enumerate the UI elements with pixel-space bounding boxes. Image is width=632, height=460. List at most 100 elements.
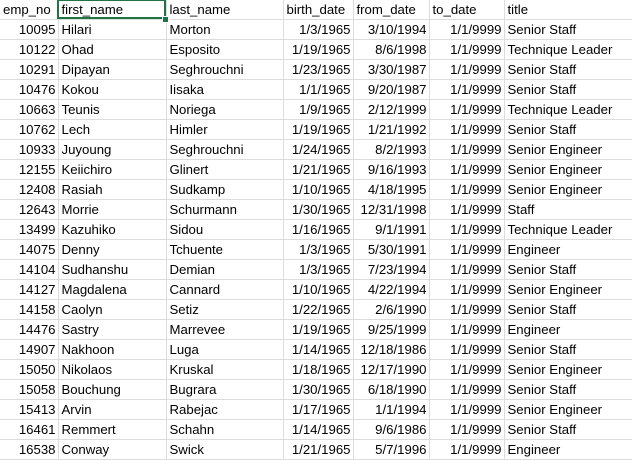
- cell-first-name[interactable]: Bouchung: [58, 379, 167, 400]
- cell-title[interactable]: Technique Leader: [504, 39, 632, 60]
- cell-last-name[interactable]: Luga: [166, 339, 284, 360]
- cell-birth-date[interactable]: 1/3/1965: [283, 19, 354, 40]
- header-cell-last-name[interactable]: last_name: [166, 0, 284, 20]
- cell-first-name[interactable]: Arvin: [58, 399, 167, 420]
- cell-birth-date[interactable]: 1/21/1965: [283, 439, 354, 460]
- cell-first-name[interactable]: Denny: [58, 239, 167, 260]
- cell-emp-no[interactable]: 14075: [0, 239, 59, 260]
- cell-first-name[interactable]: Nikolaos: [58, 359, 167, 380]
- cell-first-name[interactable]: Kazuhiko: [58, 219, 167, 240]
- cell-emp-no[interactable]: 15413: [0, 399, 59, 420]
- cell-to-date[interactable]: 1/1/9999: [429, 79, 505, 100]
- cell-from-date[interactable]: 5/30/1991: [353, 239, 430, 260]
- cell-to-date[interactable]: 1/1/9999: [429, 99, 505, 120]
- cell-last-name[interactable]: Sidou: [166, 219, 284, 240]
- cell-to-date[interactable]: 1/1/9999: [429, 399, 505, 420]
- cell-first-name[interactable]: Dipayan: [58, 59, 167, 80]
- cell-from-date[interactable]: 3/10/1994: [353, 19, 430, 40]
- cell-from-date[interactable]: 3/30/1987: [353, 59, 430, 80]
- cell-birth-date[interactable]: 1/24/1965: [283, 139, 354, 160]
- cell-title[interactable]: Senior Engineer: [504, 139, 632, 160]
- cell-last-name[interactable]: Seghrouchni: [166, 59, 284, 80]
- cell-birth-date[interactable]: 1/3/1965: [283, 239, 354, 260]
- cell-last-name[interactable]: Swick: [166, 439, 284, 460]
- cell-title[interactable]: Staff: [504, 199, 632, 220]
- cell-last-name[interactable]: Rabejac: [166, 399, 284, 420]
- cell-first-name[interactable]: Conway: [58, 439, 167, 460]
- cell-last-name[interactable]: Glinert: [166, 159, 284, 180]
- cell-emp-no[interactable]: 10291: [0, 59, 59, 80]
- cell-first-name[interactable]: Kokou: [58, 79, 167, 100]
- header-cell-first-name[interactable]: first_name: [58, 0, 167, 20]
- cell-emp-no[interactable]: 15058: [0, 379, 59, 400]
- cell-birth-date[interactable]: 1/16/1965: [283, 219, 354, 240]
- cell-last-name[interactable]: Tchuente: [166, 239, 284, 260]
- cell-to-date[interactable]: 1/1/9999: [429, 279, 505, 300]
- cell-first-name[interactable]: Lech: [58, 119, 167, 140]
- cell-to-date[interactable]: 1/1/9999: [429, 439, 505, 460]
- cell-from-date[interactable]: 12/31/1998: [353, 199, 430, 220]
- cell-emp-no[interactable]: 10476: [0, 79, 59, 100]
- cell-to-date[interactable]: 1/1/9999: [429, 139, 505, 160]
- cell-from-date[interactable]: 2/6/1990: [353, 299, 430, 320]
- cell-first-name[interactable]: Rasiah: [58, 179, 167, 200]
- cell-from-date[interactable]: 9/20/1987: [353, 79, 430, 100]
- cell-birth-date[interactable]: 1/18/1965: [283, 359, 354, 380]
- header-cell-birth-date[interactable]: birth_date: [283, 0, 354, 20]
- cell-emp-no[interactable]: 16538: [0, 439, 59, 460]
- cell-first-name[interactable]: Ohad: [58, 39, 167, 60]
- cell-emp-no[interactable]: 14158: [0, 299, 59, 320]
- cell-title[interactable]: Senior Engineer: [504, 159, 632, 180]
- cell-to-date[interactable]: 1/1/9999: [429, 299, 505, 320]
- cell-birth-date[interactable]: 1/1/1965: [283, 79, 354, 100]
- cell-first-name[interactable]: Caolyn: [58, 299, 167, 320]
- cell-birth-date[interactable]: 1/10/1965: [283, 279, 354, 300]
- cell-last-name[interactable]: Setiz: [166, 299, 284, 320]
- cell-last-name[interactable]: Morton: [166, 19, 284, 40]
- cell-last-name[interactable]: Bugrara: [166, 379, 284, 400]
- cell-emp-no[interactable]: 14907: [0, 339, 59, 360]
- cell-last-name[interactable]: Kruskal: [166, 359, 284, 380]
- header-cell-to-date[interactable]: to_date: [429, 0, 505, 20]
- cell-emp-no[interactable]: 15050: [0, 359, 59, 380]
- cell-to-date[interactable]: 1/1/9999: [429, 219, 505, 240]
- cell-birth-date[interactable]: 1/17/1965: [283, 399, 354, 420]
- cell-first-name[interactable]: Keiichiro: [58, 159, 167, 180]
- cell-title[interactable]: Senior Staff: [504, 79, 632, 100]
- cell-birth-date[interactable]: 1/10/1965: [283, 179, 354, 200]
- cell-first-name[interactable]: Morrie: [58, 199, 167, 220]
- cell-last-name[interactable]: Sudkamp: [166, 179, 284, 200]
- cell-title[interactable]: Senior Staff: [504, 259, 632, 280]
- cell-title[interactable]: Technique Leader: [504, 219, 632, 240]
- cell-emp-no[interactable]: 14476: [0, 319, 59, 340]
- cell-title[interactable]: Senior Engineer: [504, 179, 632, 200]
- cell-emp-no[interactable]: 10122: [0, 39, 59, 60]
- cell-from-date[interactable]: 4/18/1995: [353, 179, 430, 200]
- cell-from-date[interactable]: 12/17/1990: [353, 359, 430, 380]
- cell-last-name[interactable]: Noriega: [166, 99, 284, 120]
- cell-from-date[interactable]: 9/6/1986: [353, 419, 430, 440]
- cell-last-name[interactable]: Schahn: [166, 419, 284, 440]
- cell-birth-date[interactable]: 1/14/1965: [283, 339, 354, 360]
- cell-first-name[interactable]: Juyoung: [58, 139, 167, 160]
- cell-emp-no[interactable]: 16461: [0, 419, 59, 440]
- cell-to-date[interactable]: 1/1/9999: [429, 119, 505, 140]
- cell-last-name[interactable]: Cannard: [166, 279, 284, 300]
- cell-from-date[interactable]: 7/23/1994: [353, 259, 430, 280]
- cell-to-date[interactable]: 1/1/9999: [429, 19, 505, 40]
- cell-title[interactable]: Engineer: [504, 239, 632, 260]
- cell-to-date[interactable]: 1/1/9999: [429, 39, 505, 60]
- cell-emp-no[interactable]: 10933: [0, 139, 59, 160]
- cell-birth-date[interactable]: 1/21/1965: [283, 159, 354, 180]
- cell-title[interactable]: Senior Staff: [504, 59, 632, 80]
- cell-to-date[interactable]: 1/1/9999: [429, 339, 505, 360]
- cell-from-date[interactable]: 1/21/1992: [353, 119, 430, 140]
- cell-title[interactable]: Engineer: [504, 439, 632, 460]
- cell-from-date[interactable]: 8/2/1993: [353, 139, 430, 160]
- cell-birth-date[interactable]: 1/19/1965: [283, 39, 354, 60]
- cell-to-date[interactable]: 1/1/9999: [429, 159, 505, 180]
- cell-first-name[interactable]: Nakhoon: [58, 339, 167, 360]
- cell-emp-no[interactable]: 12643: [0, 199, 59, 220]
- cell-first-name[interactable]: Magdalena: [58, 279, 167, 300]
- cell-title[interactable]: Senior Staff: [504, 339, 632, 360]
